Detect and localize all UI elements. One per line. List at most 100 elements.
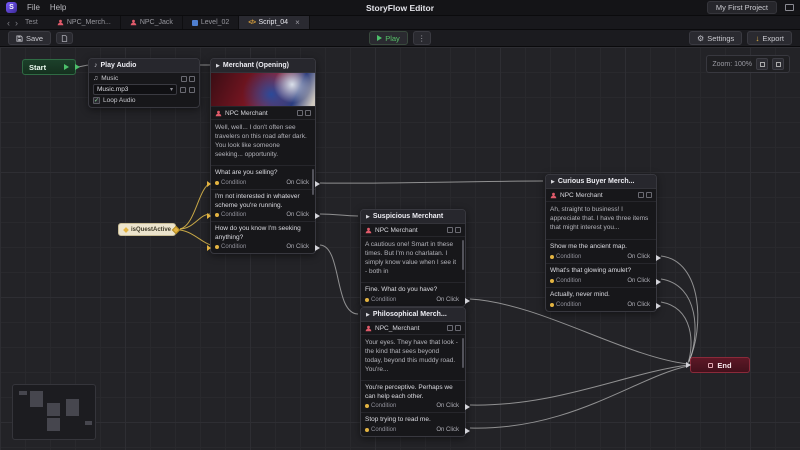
choice-text[interactable]: Show me the ancient map. [546,240,656,252]
zoom-controls: Zoom: 100% [706,55,790,73]
on-click-output-port[interactable] [656,303,661,309]
cube-icon [192,20,198,26]
expand-icon[interactable] [646,192,652,198]
close-icon[interactable]: × [295,18,300,27]
choice-text[interactable]: What's that glowing amulet? [546,264,656,276]
expand-icon[interactable] [305,110,311,116]
start-node[interactable]: Start [22,59,76,75]
menu-help[interactable]: Help [50,3,66,12]
play-button[interactable]: Play [369,31,408,45]
scrollbar[interactable] [462,240,464,270]
connection-edge [320,214,358,216]
node-header[interactable]: ▶ Philosophical Merch... [361,308,465,322]
app-logo-icon: S [6,2,17,13]
choice-text[interactable]: How do you know I'm seeking anything? [211,222,315,242]
dialogue-text[interactable]: Well, well... I don't often see traveler… [211,120,315,166]
condition-input-port[interactable] [207,181,211,187]
duplicate-icon[interactable] [447,227,453,233]
fullscreen-icon [776,62,781,67]
condition-input-port[interactable] [207,245,211,251]
person-icon [130,19,137,26]
export-button[interactable]: ↓ Export [747,31,792,45]
expand-icon[interactable] [455,227,461,233]
philosophical-merchant-node[interactable]: ▶ Philosophical Merch... NPC_Merchant Yo… [360,307,466,437]
document-icon [61,35,68,42]
node-header[interactable]: ▶ Curious Buyer Merch... [546,175,656,189]
loop-audio-checkbox[interactable]: ✓ [93,97,100,104]
on-click-output-port[interactable] [656,255,661,261]
expand-icon[interactable] [455,325,461,331]
on-click-output-port[interactable] [465,428,470,434]
on-click-output-port[interactable] [465,404,470,410]
browse-file-icon[interactable] [180,87,186,93]
audio-preview-icon[interactable] [189,76,195,82]
duplicate-icon[interactable] [297,110,303,116]
on-click-output-port[interactable] [315,181,320,187]
choice-text[interactable]: Fine. What do you have? [361,283,465,295]
condition-label: Condition [556,278,581,284]
start-output-port[interactable] [75,64,80,70]
choice-text[interactable]: You're perceptive. Perhaps we can help e… [361,381,465,401]
tab-npc-jack[interactable]: NPC_Jack [121,16,183,29]
fullscreen-button[interactable] [772,58,784,70]
choice-condition-row: Condition On Click [546,276,656,287]
speaker-row: NPC Merchant [211,107,315,120]
play-audio-node[interactable]: ♪ Play Audio ♫ Music Music.mp3 ▾ [88,58,200,108]
on-click-output-port[interactable] [465,298,470,304]
choice: How do you know I'm seeking anything? Co… [211,222,315,253]
project-name-button[interactable]: My First Project [707,1,777,14]
tab-level-02[interactable]: Level_02 [183,16,239,29]
choice-text[interactable]: Stop trying to read me. [361,413,465,425]
minimap[interactable] [12,384,96,440]
window-icon[interactable] [785,4,794,11]
speaker-name: NPC Merchant [375,227,418,234]
duplicate-icon[interactable] [638,192,644,198]
menu-file[interactable]: File [27,3,40,12]
audio-file-select[interactable]: Music.mp3 ▾ [93,84,177,95]
on-click-label: On Click [436,427,459,433]
node-header[interactable]: ▶ Merchant (Opening) [211,59,315,73]
condition-icon [365,404,369,408]
export-label: Export [762,34,784,43]
on-click-output-port[interactable] [315,213,320,219]
choice-text[interactable]: I'm not interested in whatever scheme yo… [211,190,315,210]
on-click-output-port[interactable] [656,279,661,285]
nav-forward-icon[interactable]: › [15,18,18,28]
end-node[interactable]: End [690,357,750,373]
input-port[interactable] [686,362,691,368]
curious-buyer-node[interactable]: ▶ Curious Buyer Merch... NPC Merchant Ah… [545,174,657,312]
dialogue-text[interactable]: Ah, straight to business! I appreciate t… [546,202,656,240]
zoom-fit-button[interactable] [756,58,768,70]
choice: Stop trying to read me. Condition On Cli… [361,413,465,436]
condition-label: Condition [556,302,581,308]
download-icon: ↓ [755,34,759,43]
duplicate-icon[interactable] [447,325,453,331]
tab-script-04[interactable]: </> Script_04 × [239,16,309,29]
dialogue-text[interactable]: A cautious one! Smart in these times. Bu… [361,237,465,283]
suspicious-merchant-node[interactable]: ▶ Suspicious Merchant NPC Merchant A cau… [360,209,466,307]
choice-text[interactable]: Actually, never mind. [546,288,656,300]
fit-view-icon [760,62,765,67]
tab-npc-merch[interactable]: NPC_Merch... [48,16,121,29]
node-header[interactable]: ▶ Suspicious Merchant [361,210,465,224]
choice-text[interactable]: What are you selling? [211,166,315,178]
refresh-icon[interactable] [189,87,195,93]
gear-icon: ⚙ [697,34,704,43]
more-options-button[interactable]: ⋮ [413,31,431,45]
scrollbar[interactable] [462,338,464,368]
condition-input-port[interactable] [207,213,211,219]
on-click-output-port[interactable] [315,245,320,251]
save-button[interactable]: Save [8,31,51,45]
node-graph-canvas[interactable]: Start ♪ Play Audio ♫ Music [0,47,800,450]
tab-label: NPC_Jack [140,19,173,26]
merchant-opening-node[interactable]: ▶ Merchant (Opening) NPC Merchant Well, … [210,58,316,254]
settings-button[interactable]: ⚙ Settings [689,31,742,45]
nav-back-icon[interactable]: ‹ [7,18,10,28]
open-file-button[interactable] [56,32,73,44]
condition-label: Condition [371,297,396,303]
node-header[interactable]: ♪ Play Audio [89,59,199,73]
dialogue-text[interactable]: Your eyes. They have that look - the kin… [361,335,465,381]
quest-variable-node[interactable]: isQuestActive [118,223,176,236]
variable-output-port[interactable] [172,225,180,233]
audio-settings-icon[interactable] [181,76,187,82]
